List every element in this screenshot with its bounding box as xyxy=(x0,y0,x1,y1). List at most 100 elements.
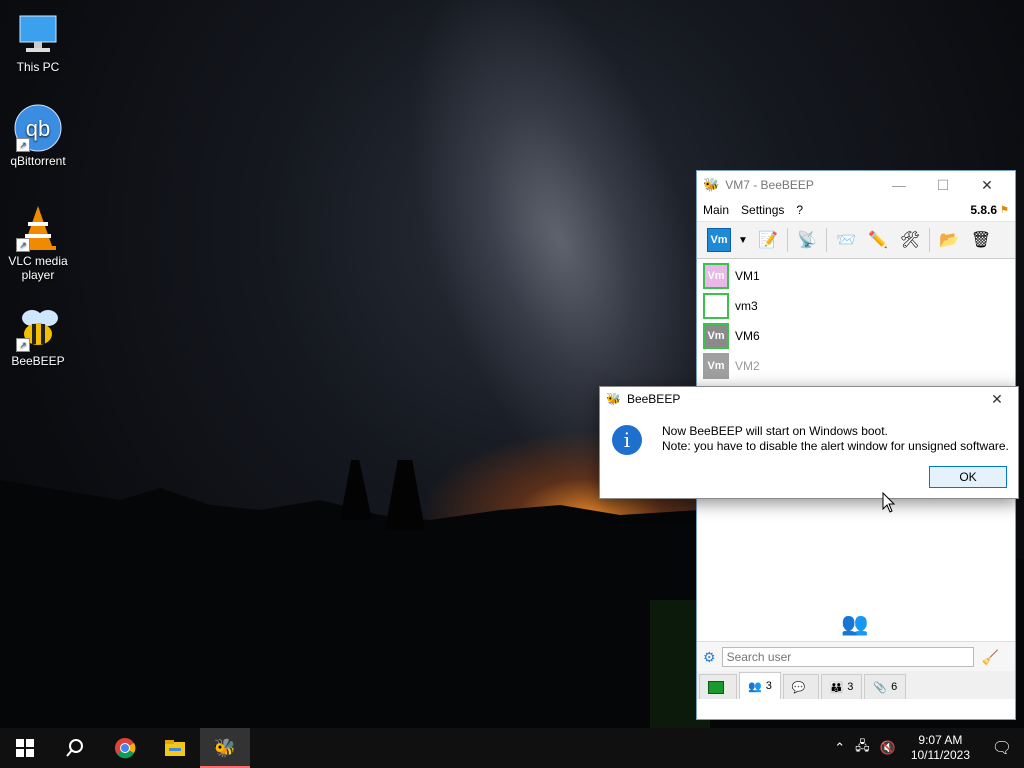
pencil-icon[interactable]: ✏️ xyxy=(865,227,891,253)
network-icon[interactable]: 📡 xyxy=(794,227,820,253)
menu-main[interactable]: Main xyxy=(703,203,729,217)
list-item[interactable]: vm3 xyxy=(699,291,1013,321)
menu-bar: Main Settings ? 5.8.6 ⚑ xyxy=(697,199,1015,221)
list-item[interactable]: Vm VM2 xyxy=(699,351,1013,381)
toolbar-separator xyxy=(826,228,827,252)
list-item[interactable]: Vm VM6 xyxy=(699,321,1013,351)
vlc-cone-icon: ↗ xyxy=(14,204,62,252)
tab-count: 6 xyxy=(891,681,898,693)
home-screen-icon xyxy=(708,680,724,694)
desktop-icon-this-pc[interactable]: This PC xyxy=(0,10,76,74)
user-list: Vm VM1 vm3 Vm VM6 Vm VM2 xyxy=(699,261,1013,391)
menu-settings[interactable]: Settings xyxy=(741,203,784,217)
desktop-icon-label: This PC xyxy=(16,60,60,74)
group-icon: 👪 xyxy=(829,681,844,694)
shortcut-arrow-icon: ↗ xyxy=(16,338,30,352)
notification-icon[interactable]: 🗨 xyxy=(980,738,1024,758)
clock[interactable]: 9:07 AM 10/11/2023 xyxy=(901,733,980,763)
chevron-up-icon[interactable]: ⌃ xyxy=(829,740,850,756)
file-transfer-icon: 📎 xyxy=(873,681,888,694)
broom-icon[interactable]: 🧹 xyxy=(982,649,999,666)
user-name: vm3 xyxy=(735,299,758,313)
toolbar-separator xyxy=(787,228,788,252)
desktop-icon-label: qBittorrent xyxy=(10,154,66,168)
chevron-down-icon[interactable]: ▼ xyxy=(737,227,749,253)
message-box-icon[interactable]: 📨 xyxy=(833,227,859,253)
tab-count: 3 xyxy=(847,681,854,693)
qbittorrent-icon: qb ↗ xyxy=(14,104,62,152)
shortcut-arrow-icon: ↗ xyxy=(16,238,30,252)
main-window-titlebar[interactable]: 🐝 VM7 - BeeBEEP — ☐ ✕ xyxy=(697,171,1015,199)
close-button[interactable]: ✕ xyxy=(965,177,1009,194)
ok-button[interactable]: OK xyxy=(929,466,1007,488)
taskbar-file-explorer[interactable] xyxy=(150,728,200,768)
volume-muted-icon[interactable]: 🔇 xyxy=(875,740,901,756)
avatar: Vm xyxy=(703,263,729,289)
toolbar-separator xyxy=(929,228,930,252)
user-name: VM1 xyxy=(735,269,760,283)
desktop-icon-label: BeeBEEP xyxy=(11,354,65,368)
bottom-tab-bar: 👥 3 💬 👪 3 📎 6 xyxy=(697,671,1015,699)
user-name: VM2 xyxy=(735,359,760,373)
tab-files[interactable]: 📎 6 xyxy=(864,674,907,699)
search-button[interactable] xyxy=(50,728,100,768)
windows-flag-icon: ⚑ xyxy=(1000,204,1009,216)
info-dialog: 🐝 BeeBEEP ✕ i Now BeeBEEP will start on … xyxy=(599,386,1019,499)
shortcut-arrow-icon: ↗ xyxy=(16,138,30,152)
profile-edit-icon[interactable]: 📝 xyxy=(755,227,781,253)
status-avatar-button[interactable]: Vm xyxy=(707,228,731,252)
clock-time: 9:07 AM xyxy=(918,733,963,747)
dialog-titlebar[interactable]: 🐝 BeeBEEP ✕ xyxy=(600,387,1018,411)
maximize-button[interactable]: ☐ xyxy=(921,177,965,194)
start-button[interactable] xyxy=(0,728,50,768)
chrome-icon xyxy=(115,738,136,759)
search-input[interactable] xyxy=(721,647,974,667)
windows-logo-icon xyxy=(16,739,34,757)
users-icon: 👥 xyxy=(748,680,762,693)
folder-icon xyxy=(165,740,185,756)
dialog-message: Now BeeBEEP will start on Windows boot. … xyxy=(662,424,1009,454)
share-folder-icon[interactable]: 📂 xyxy=(936,227,962,253)
avatar: Vm xyxy=(703,323,729,349)
trash-icon[interactable]: 🗑 xyxy=(968,227,994,253)
bee-icon: 🐝 xyxy=(213,737,237,758)
user-name: VM6 xyxy=(735,329,760,343)
taskbar-beebeep[interactable]: 🐝 xyxy=(200,728,250,768)
menu-help[interactable]: ? xyxy=(796,203,803,217)
clock-date: 10/11/2023 xyxy=(910,748,970,762)
dialog-line-1: Now BeeBEEP will start on Windows boot. xyxy=(662,424,888,438)
desktop-icon-qbittorrent[interactable]: qb ↗ qBittorrent xyxy=(0,104,76,168)
bee-icon: 🐝 xyxy=(703,177,720,192)
tab-home[interactable] xyxy=(699,674,737,699)
desktop-icon-vlc[interactable]: ↗ VLC media player xyxy=(0,204,76,282)
mouse-cursor-icon xyxy=(882,492,896,513)
monitor-icon xyxy=(14,10,62,58)
bee-icon: ↗ xyxy=(14,304,62,352)
tools-icon[interactable]: 🛠 xyxy=(897,227,923,253)
bee-icon: 🐝 xyxy=(606,392,621,406)
search-bar: ⚙ 🧹 xyxy=(697,641,1015,672)
info-icon: i xyxy=(612,425,642,455)
chat-bubbles-icon: 💬 xyxy=(791,681,806,694)
tab-users[interactable]: 👥 3 xyxy=(739,672,781,699)
desktop-icon-beebeep[interactable]: ↗ BeeBEEP xyxy=(0,304,76,368)
minimize-button[interactable]: — xyxy=(877,177,921,193)
network-tray-icon[interactable]: 🖧 xyxy=(850,737,875,759)
users-group-icon: 👥 xyxy=(841,611,869,636)
tab-count: 3 xyxy=(765,680,772,692)
avatar: Vm xyxy=(703,353,729,379)
gear-icon[interactable]: ⚙ xyxy=(703,649,716,666)
dialog-title: BeeBEEP xyxy=(626,392,681,406)
system-tray: ⌃ 🖧 🔇 9:07 AM 10/11/2023 🗨 xyxy=(829,728,1024,768)
search-icon xyxy=(66,739,83,757)
tab-groups[interactable]: 👪 3 xyxy=(820,674,863,699)
main-window-title: VM7 - BeeBEEP xyxy=(725,178,814,192)
main-toolbar: Vm ▼ 📝 📡 📨 ✏️ 🛠 📂 🗑 xyxy=(697,221,1015,259)
avatar xyxy=(703,293,729,319)
list-item[interactable]: Vm VM1 xyxy=(699,261,1013,291)
tab-chats[interactable]: 💬 xyxy=(782,674,819,699)
dialog-close-button[interactable]: ✕ xyxy=(982,391,1012,408)
dialog-line-2: Note: you have to disable the alert wind… xyxy=(662,439,1009,453)
taskbar-chrome[interactable] xyxy=(100,728,150,768)
version-label: 5.8.6 xyxy=(970,203,998,217)
